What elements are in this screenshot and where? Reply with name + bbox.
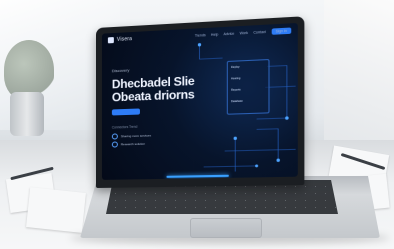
nav-cta-button[interactable]: Sign in <box>271 27 292 35</box>
hero-eyebrow: Discovery <box>111 67 130 74</box>
paper-left-2 <box>26 187 86 233</box>
photo-scene: Visera Trends Help Advice Work Contact S… <box>0 0 394 249</box>
nav-item-2[interactable]: Help <box>211 32 218 37</box>
feature-dot-icon <box>111 141 118 148</box>
hero-primary-button[interactable] <box>111 108 140 116</box>
brand-name[interactable]: Visera <box>117 36 132 43</box>
nav-item-3[interactable]: Advice <box>224 32 235 37</box>
laptop-lid: Visera Trends Help Advice Work Contact S… <box>96 16 305 188</box>
feature-row-label: Research solution <box>120 141 146 147</box>
panel-label: Deploy <box>231 65 240 70</box>
status-panel: Deploy Hosting Reports Database <box>226 58 270 115</box>
laptop-screen: Visera Trends Help Advice Work Contact S… <box>101 22 298 180</box>
nav-item-1[interactable]: Trends <box>195 33 206 38</box>
section-mini-heading: Connectors Trend <box>111 124 138 130</box>
laptop-trackpad <box>190 218 262 238</box>
panel-label: Database <box>231 99 243 104</box>
plant-leaves <box>4 40 54 100</box>
feature-row: Research solution <box>111 141 146 148</box>
nav-item-5[interactable]: Contact <box>253 30 266 35</box>
feature-row: Sharing more services <box>111 132 151 140</box>
panel-label: Hosting <box>231 76 241 81</box>
feature-dot-icon <box>111 133 118 140</box>
site-nav: Trends Help Advice Work Contact Sign in <box>195 27 292 38</box>
window-right <box>324 0 394 150</box>
panel-label: Reports <box>231 88 241 92</box>
nav-item-4[interactable]: Work <box>240 31 248 36</box>
brand-logo-icon <box>107 37 114 44</box>
plant-pot <box>10 92 44 136</box>
feature-row-label: Sharing more services <box>120 133 151 139</box>
hero-headline-line2: Obeata driorns <box>111 87 195 105</box>
